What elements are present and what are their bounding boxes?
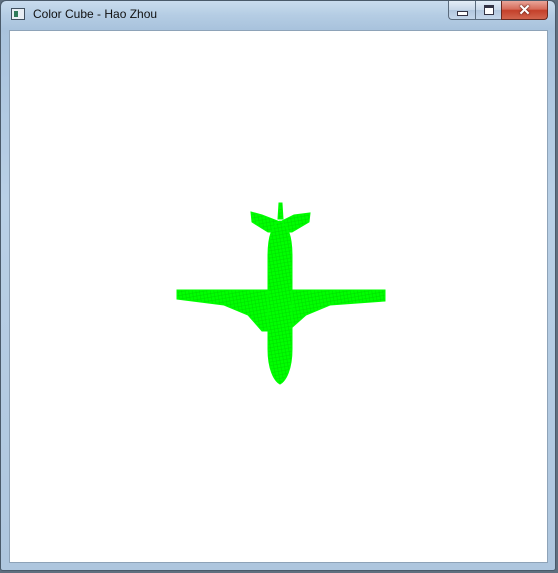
app-window: Color Cube - Hao Zhou ✕: [0, 0, 556, 571]
airplane-wireframe: [176, 202, 386, 385]
maximize-button[interactable]: [475, 1, 501, 20]
close-icon: ✕: [518, 1, 531, 19]
minimize-button[interactable]: [448, 1, 475, 20]
fuselage: [267, 220, 293, 385]
tail-fin: [277, 202, 284, 220]
window-title: Color Cube - Hao Zhou: [33, 7, 158, 21]
render-viewport[interactable]: [9, 30, 548, 563]
title-bar[interactable]: Color Cube - Hao Zhou ✕: [1, 1, 555, 29]
close-button[interactable]: ✕: [501, 1, 548, 20]
minimize-icon: [456, 10, 468, 16]
maximize-icon: [483, 5, 494, 15]
app-icon[interactable]: [11, 8, 25, 20]
